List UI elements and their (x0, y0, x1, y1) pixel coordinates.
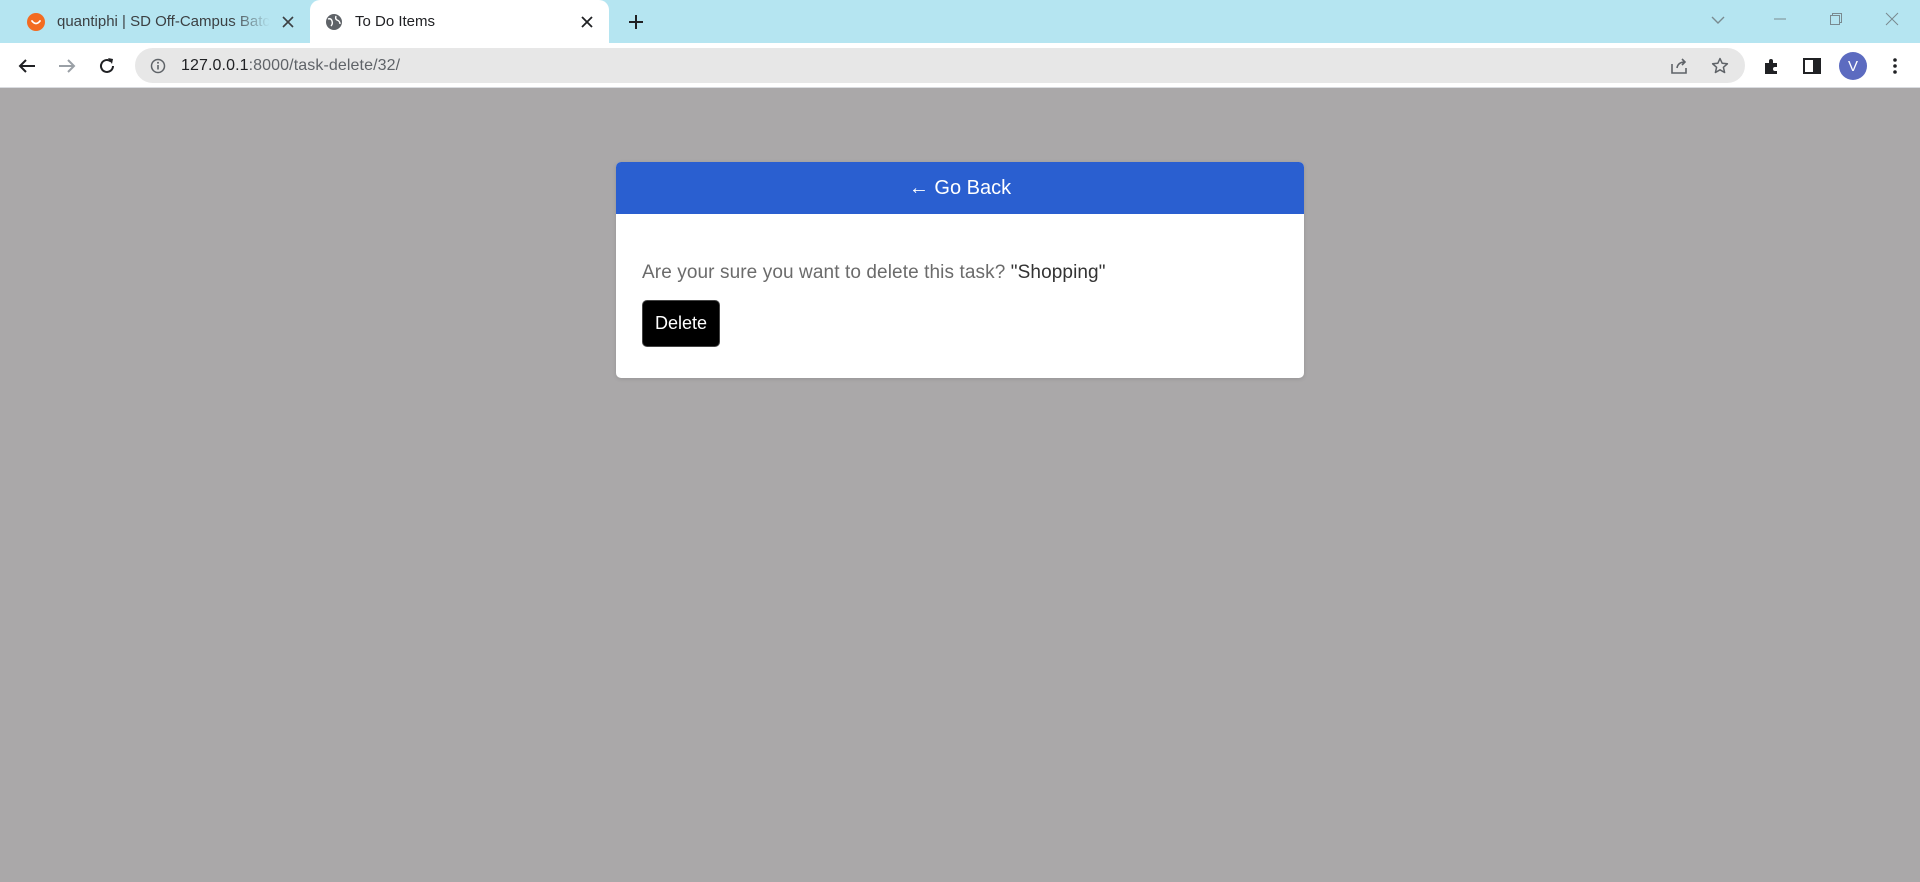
tab-quantiphi[interactable]: quantiphi | SD Off-Campus Batch (12, 0, 310, 43)
orange-smile-icon (26, 12, 46, 32)
extensions-puzzle-icon[interactable] (1757, 51, 1787, 81)
close-window-icon[interactable] (1864, 0, 1920, 38)
go-back-link[interactable]: ← Go Back (616, 162, 1304, 214)
window-controls (1752, 0, 1920, 43)
bookmark-star-icon[interactable] (1705, 51, 1735, 81)
card-body: Are your sure you want to delete this ta… (616, 214, 1304, 347)
restore-icon[interactable] (1808, 0, 1864, 38)
tab-todo-items[interactable]: To Do Items (310, 0, 609, 43)
confirm-message: Are your sure you want to delete this ta… (642, 262, 1278, 284)
close-icon[interactable] (575, 10, 599, 34)
confirm-text: Are your sure you want to delete this ta… (642, 262, 1006, 283)
new-tab-button[interactable] (622, 8, 650, 36)
tab-title: To Do Items (355, 13, 436, 30)
delete-button[interactable]: Delete (642, 300, 720, 347)
globe-icon (324, 12, 344, 32)
delete-confirm-card: ← Go Back Are your sure you want to dele… (616, 162, 1304, 378)
browser-toolbar: 127.0.0.1:8000/task-delete/32/ V (0, 43, 1920, 88)
side-panel-icon[interactable] (1797, 51, 1827, 81)
address-bar[interactable]: 127.0.0.1:8000/task-delete/32/ (135, 48, 1745, 83)
profile-avatar[interactable]: V (1839, 52, 1867, 80)
url-text: 127.0.0.1:8000/task-delete/32/ (181, 57, 400, 75)
forward-arrow-icon[interactable] (52, 51, 82, 81)
minimize-icon[interactable] (1752, 0, 1808, 38)
tab-strip: quantiphi | SD Off-Campus Batch To Do It… (0, 0, 1920, 43)
url-host: 127.0.0.1 (181, 56, 249, 74)
site-info-icon[interactable] (149, 57, 167, 75)
tab-search-icon[interactable] (1704, 6, 1732, 34)
close-icon[interactable] (276, 10, 300, 34)
url-path: :8000/task-delete/32/ (248, 56, 401, 74)
reload-icon[interactable] (92, 51, 122, 81)
kebab-menu-icon[interactable] (1880, 51, 1910, 81)
tab-title: quantiphi | SD Off-Campus Batch (57, 13, 270, 30)
share-icon[interactable] (1665, 51, 1695, 81)
task-name: "Shopping" (1010, 262, 1106, 283)
back-arrow-icon[interactable] (12, 51, 42, 81)
